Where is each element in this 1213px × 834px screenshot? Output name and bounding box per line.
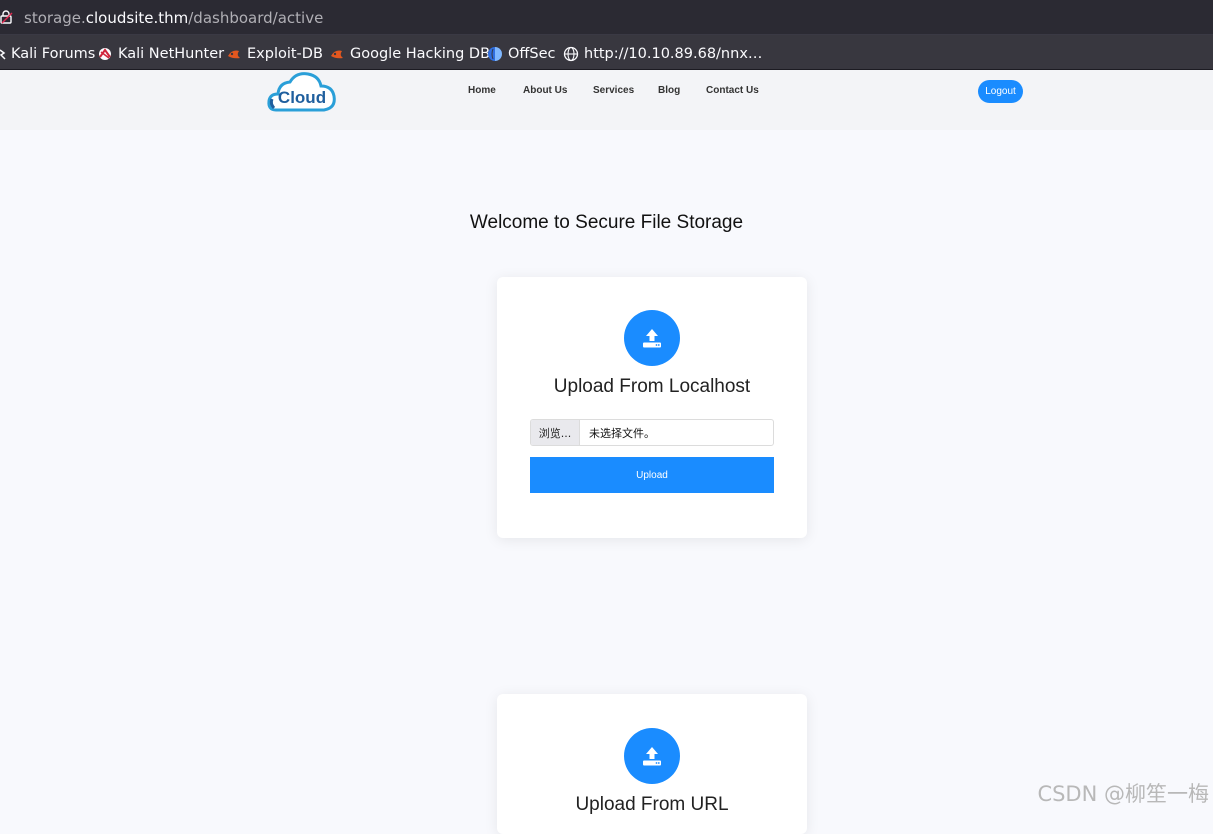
offsec-icon xyxy=(488,47,502,61)
bookmark-offsec[interactable]: OffSec xyxy=(487,45,556,63)
bookmark-kali-forums[interactable]: Kali Forums xyxy=(0,45,95,63)
upload-localhost-card: Upload From Localhost 浏览... 未选择文件。 Uploa… xyxy=(497,277,807,538)
nav-about-us[interactable]: About Us xyxy=(523,85,567,96)
file-input[interactable]: 浏览... 未选择文件。 xyxy=(530,419,774,446)
upload-icon xyxy=(624,728,680,784)
upload-icon xyxy=(624,310,680,366)
kali-dragon-icon xyxy=(0,49,6,60)
logout-button[interactable]: Logout xyxy=(978,80,1023,103)
svg-text:Cloud: Cloud xyxy=(278,88,326,107)
site-header: Cloud Home About Us Services Blog Contac… xyxy=(0,70,1213,130)
cloud-logo[interactable]: Cloud xyxy=(266,70,338,114)
bookmarks-toolbar: Kali Forums Kali NetHunter Exploit-DB Go… xyxy=(0,35,1213,70)
globe-icon xyxy=(563,46,579,62)
browser-url-bar[interactable]: storage.cloudsite.thm/dashboard/active xyxy=(0,0,1213,35)
bookmark-kali-nethunter[interactable]: Kali NetHunter xyxy=(97,45,224,63)
bookmark-nnx-url[interactable]: http://10.10.89.68/nnx… xyxy=(563,45,762,63)
nav-contact-us[interactable]: Contact Us xyxy=(706,85,759,96)
csdn-watermark: CSDN @柳笙一梅 xyxy=(1037,782,1209,806)
exploitdb-icon xyxy=(228,50,240,59)
nav-blog[interactable]: Blog xyxy=(658,85,680,96)
bookmark-google-hacking-db[interactable]: Google Hacking DB xyxy=(329,45,490,63)
file-status-text: 未选择文件。 xyxy=(589,426,655,440)
nav-services[interactable]: Services xyxy=(593,85,634,96)
upload-button[interactable]: Upload xyxy=(530,457,774,493)
browse-button[interactable]: 浏览... xyxy=(531,420,580,445)
nethunter-icon xyxy=(99,48,111,60)
upload-url-card: Upload From URL xyxy=(497,694,807,834)
url-text[interactable]: storage.cloudsite.thm/dashboard/active xyxy=(24,9,323,27)
page-title: Welcome to Secure File Storage xyxy=(469,212,744,233)
lock-icon xyxy=(0,10,13,24)
nav-home[interactable]: Home xyxy=(468,85,496,96)
bookmark-exploit-db[interactable]: Exploit-DB xyxy=(226,45,323,63)
ghdb-icon xyxy=(331,50,343,59)
upload-localhost-title: Upload From Localhost xyxy=(553,376,751,397)
upload-url-title: Upload From URL xyxy=(575,794,729,815)
